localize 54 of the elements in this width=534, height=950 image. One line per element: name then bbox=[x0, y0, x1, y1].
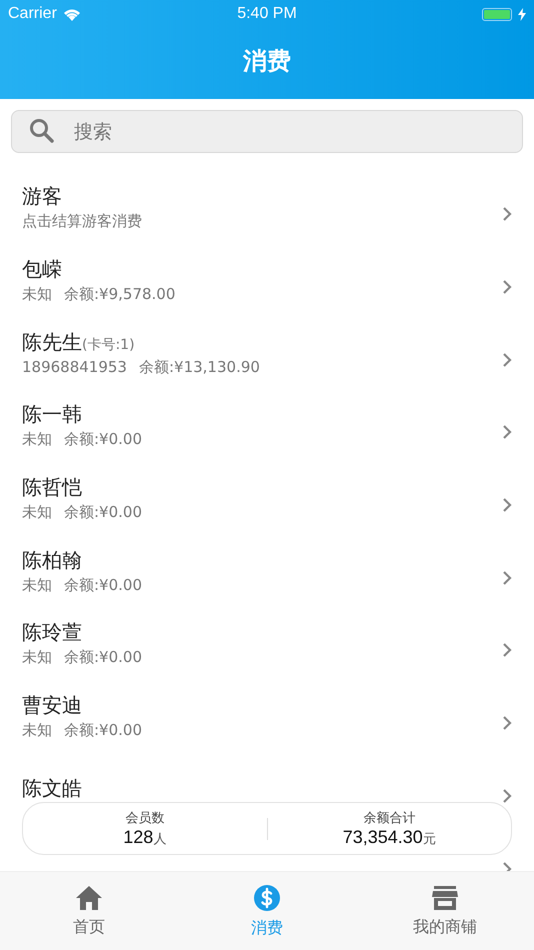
summary-label: 余额合计 bbox=[363, 810, 416, 827]
dollar-icon bbox=[253, 884, 281, 912]
member-detail: 余额:¥0.00 bbox=[64, 576, 142, 595]
chevron-icon bbox=[502, 570, 512, 586]
member-detail: 余额:¥0.00 bbox=[64, 430, 142, 450]
member-detail: 未知 bbox=[22, 285, 52, 304]
member-name: 陈先生 bbox=[22, 330, 82, 354]
member-detail: 余额:¥0.00 bbox=[64, 648, 142, 668]
member-detail: 未知 bbox=[22, 721, 52, 740]
member-detail: 余额:¥9,578.00 bbox=[64, 285, 176, 304]
member-name: 陈柏翰 bbox=[22, 548, 82, 572]
tab-item[interactable]: 首页 bbox=[0, 872, 178, 950]
chevron-icon bbox=[502, 206, 512, 222]
wifi-icon bbox=[62, 8, 81, 20]
chevron-icon bbox=[502, 715, 512, 732]
page-title: 消费 bbox=[242, 46, 292, 76]
chevron-icon bbox=[502, 788, 512, 804]
summary-label: 会员数 bbox=[125, 810, 164, 827]
status-time: 5:40 PM bbox=[237, 5, 297, 23]
member-name: 曹安迪 bbox=[22, 693, 82, 718]
member-detail: 余额:¥0.00 bbox=[64, 721, 142, 740]
member-name: 陈一韩 bbox=[22, 402, 82, 426]
tab-item[interactable]: 消费 bbox=[178, 872, 356, 950]
member-detail: 18968841953 bbox=[22, 358, 127, 377]
member-name: 包嵘 bbox=[22, 257, 62, 282]
chevron-icon bbox=[502, 352, 512, 368]
member-detail: 未知 bbox=[22, 576, 52, 595]
member-detail: 未知 bbox=[22, 430, 52, 450]
summary-value: 73,354.30 bbox=[342, 827, 423, 848]
search-field[interactable]: 搜索 bbox=[11, 110, 523, 153]
search-icon bbox=[29, 118, 55, 144]
store-icon bbox=[431, 884, 459, 910]
house-icon bbox=[75, 884, 103, 910]
member-name: 陈文皓 bbox=[22, 776, 82, 800]
member-name: 游客 bbox=[22, 184, 62, 208]
charging-icon bbox=[518, 8, 526, 20]
chevron-icon bbox=[502, 497, 512, 514]
card-number: (卡号:1) bbox=[82, 336, 135, 353]
member-detail: 点击结算游客消费 bbox=[22, 212, 142, 232]
summary-value: 128 bbox=[123, 827, 154, 848]
chevron-icon bbox=[502, 279, 512, 296]
member-name: 陈哲恺 bbox=[22, 475, 82, 500]
member-detail: 余额:¥0.00 bbox=[64, 503, 142, 522]
carrier-name: Carrier bbox=[8, 5, 57, 23]
chevron-icon bbox=[502, 424, 512, 440]
member-detail: 余额:¥13,130.90 bbox=[138, 358, 260, 377]
tab-item[interactable]: 我的商铺 bbox=[356, 872, 534, 950]
member-detail: 未知 bbox=[22, 648, 52, 668]
member-detail: 未知 bbox=[22, 503, 52, 522]
member-name: 陈玲萱 bbox=[22, 620, 82, 644]
battery-icon bbox=[482, 8, 512, 20]
chevron-icon bbox=[502, 642, 512, 658]
summary-unit: 元 bbox=[422, 831, 436, 848]
summary-unit: 人 bbox=[153, 831, 166, 848]
